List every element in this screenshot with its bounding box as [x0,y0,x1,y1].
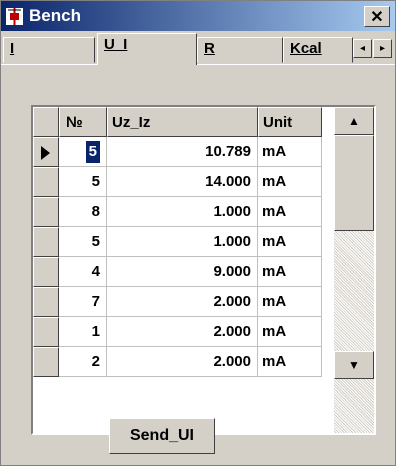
cell-unit[interactable]: mA [258,167,322,197]
cell-value[interactable]: 1.000 [107,197,258,227]
chevron-right-icon: ▸ [379,43,386,54]
close-icon: ✕ [370,8,384,26]
grid-header-row: № Uz_Iz Unit [33,107,322,137]
row-indicator[interactable] [33,197,59,227]
table-row[interactable]: 5 10.789 mA [33,137,322,167]
cell-unit[interactable]: mA [258,137,322,167]
table-row[interactable]: 2 2.000 mA [33,347,322,377]
table-row[interactable]: 5 1.000 mA [33,227,322,257]
table-row[interactable]: 1 2.000 mA [33,317,322,347]
cell-value[interactable]: 14.000 [107,167,258,197]
cell-value[interactable]: 9.000 [107,257,258,287]
column-header-uz-iz[interactable]: Uz_Iz [107,107,258,137]
scroll-down-button[interactable]: ▼ [334,351,374,379]
cell-number[interactable]: 5 [59,227,107,257]
row-indicator[interactable] [33,167,59,197]
cell-number[interactable]: 5 [59,137,107,167]
cell-number[interactable]: 1 [59,317,107,347]
scroll-up-button[interactable]: ▲ [334,107,374,135]
grid-body: № Uz_Iz Unit 5 10.789 mA 5 14.000 mA 8 1… [33,107,322,433]
column-header-unit[interactable]: Unit [258,107,322,137]
cell-unit[interactable]: mA [258,257,322,287]
row-indicator[interactable] [33,347,59,377]
cell-number[interactable]: 4 [59,257,107,287]
cell-value[interactable]: 2.000 [107,287,258,317]
data-grid: № Uz_Iz Unit 5 10.789 mA 5 14.000 mA 8 1… [31,105,376,435]
cell-value[interactable]: 2.000 [107,347,258,377]
row-indicator[interactable] [33,317,59,347]
arrow-up-icon: ▲ [348,114,360,128]
tab-i[interactable]: I [3,37,95,63]
table-row[interactable]: 5 14.000 mA [33,167,322,197]
bench-window: Bench ✕ I U_I R Kcal ◂ ▸ № Uz_Iz Unit 5 … [0,0,396,466]
column-header-number[interactable]: № [59,107,107,137]
current-row-arrow-icon [41,146,50,160]
close-button[interactable]: ✕ [364,6,390,27]
tab-kcal[interactable]: Kcal [283,37,353,63]
title-bar[interactable]: Bench ✕ [1,1,395,31]
cell-number[interactable]: 2 [59,347,107,377]
window-title: Bench [29,6,81,25]
row-indicator[interactable] [33,257,59,287]
table-row[interactable]: 7 2.000 mA [33,287,322,317]
table-row[interactable]: 4 9.000 mA [33,257,322,287]
tab-scroll-right-button[interactable]: ▸ [373,39,392,58]
cell-unit[interactable]: mA [258,347,322,377]
row-indicator[interactable] [33,287,59,317]
cell-unit[interactable]: mA [258,197,322,227]
cell-number[interactable]: 5 [59,167,107,197]
tab-scroll-left-button[interactable]: ◂ [353,39,372,58]
cell-value[interactable]: 2.000 [107,317,258,347]
chevron-left-icon: ◂ [359,43,366,54]
header-corner [33,107,59,137]
send-ui-button[interactable]: Send_UI [109,418,215,454]
tab-strip: I U_I R Kcal ◂ ▸ [1,31,395,65]
row-indicator[interactable] [33,227,59,257]
tab-r[interactable]: R [197,37,283,63]
arrow-down-icon: ▼ [348,358,360,372]
cell-value[interactable]: 10.789 [107,137,258,167]
cell-unit[interactable]: mA [258,317,322,347]
scroll-thumb[interactable] [334,135,374,231]
cell-value[interactable]: 1.000 [107,227,258,257]
vertical-scrollbar[interactable]: ▲ ▼ [334,107,374,433]
app-icon [6,8,23,25]
cell-number[interactable]: 7 [59,287,107,317]
tab-u-i[interactable]: U_I [97,33,197,65]
cell-unit[interactable]: mA [258,287,322,317]
selected-cell-value: 5 [85,141,100,163]
row-indicator[interactable] [33,137,59,167]
cell-unit[interactable]: mA [258,227,322,257]
tab-panel-u-i: № Uz_Iz Unit 5 10.789 mA 5 14.000 mA 8 1… [1,64,395,464]
table-row[interactable]: 8 1.000 mA [33,197,322,227]
cell-number[interactable]: 8 [59,197,107,227]
